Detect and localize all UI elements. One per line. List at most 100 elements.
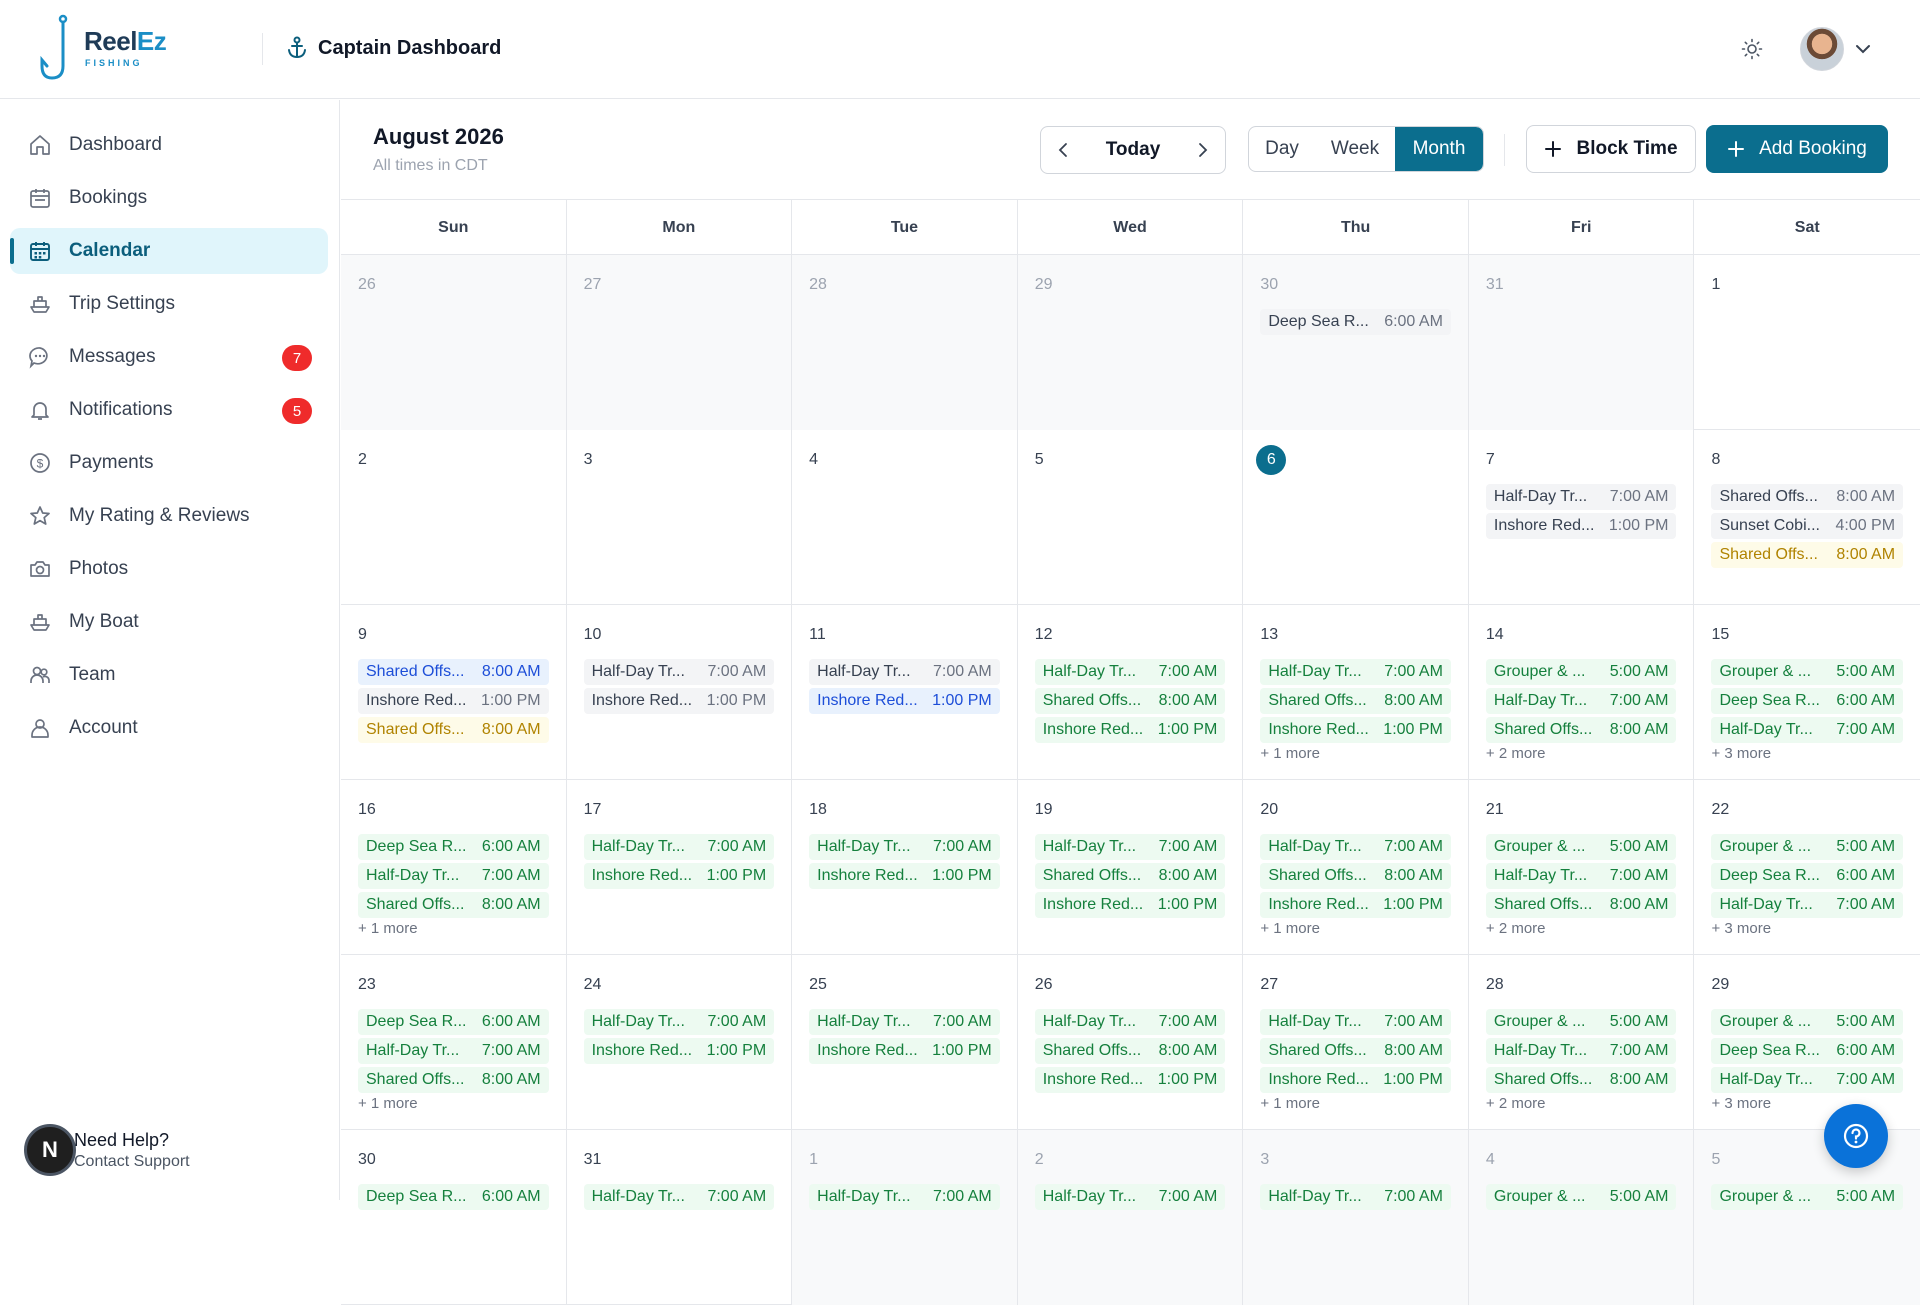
booking-event[interactable]: Half-Day Tr... 7:00 AM [358, 863, 549, 889]
booking-event[interactable]: Half-Day Tr... 7:00 AM [1034, 1184, 1226, 1210]
day-cell[interactable]: 12 Half-Day Tr... 7:00 AM Shared Offs... 8:0… [1018, 605, 1244, 780]
booking-event[interactable]: Half-Day Tr... 7:00 AM [1260, 1009, 1451, 1035]
booking-event[interactable]: Shared Offs... 8:00 AM [1485, 717, 1677, 743]
booking-event[interactable]: Shared Offs... 8:00 AM [1485, 892, 1677, 918]
booking-event[interactable]: Half-Day Tr... 7:00 AM [809, 1184, 1000, 1210]
booking-event[interactable]: Half-Day Tr... 7:00 AM [1034, 834, 1226, 860]
day-cell[interactable]: 10 Half-Day Tr... 7:00 AM Inshore Red... 1:0… [567, 605, 793, 780]
booking-event[interactable]: Shared Offs... 8:00 AM [1485, 1067, 1677, 1093]
booking-event[interactable]: Shared Offs... 8:00 AM [1711, 484, 1904, 510]
day-cell[interactable]: 7 Half-Day Tr... 7:00 AM Inshore Red... 1:00… [1469, 430, 1695, 605]
day-cell[interactable]: 28 Grouper & ... 5:00 AM Half-Day Tr... 7:00… [1469, 955, 1695, 1130]
booking-event[interactable]: Inshore Red... 1:00 PM [809, 1038, 1000, 1064]
booking-event[interactable]: Shared Offs... 8:00 AM [358, 659, 549, 685]
day-cell[interactable]: 4 [792, 430, 1018, 605]
day-cell[interactable]: 15 Grouper & ... 5:00 AM Deep Sea R... 6:00 … [1694, 605, 1920, 780]
sidebar-item-reviews[interactable]: My Rating & Reviews [10, 493, 328, 539]
day-cell[interactable]: 27 [566, 255, 793, 430]
booking-event[interactable]: Shared Offs... 8:00 AM [1711, 542, 1904, 568]
booking-event[interactable]: Half-Day Tr... 7:00 AM [583, 834, 775, 860]
help-fab-button[interactable] [1824, 1104, 1888, 1168]
booking-event[interactable]: Half-Day Tr... 7:00 AM [583, 1009, 775, 1035]
booking-event[interactable]: Sunset Cobi... 4:00 PM [1711, 513, 1904, 539]
prev-month-button[interactable] [1041, 127, 1087, 173]
day-cell[interactable]: 5 Grouper & ... 5:00 AM [1694, 1130, 1920, 1305]
day-cell[interactable]: 4 Grouper & ... 5:00 AM [1468, 1130, 1695, 1305]
booking-event[interactable]: Inshore Red... 1:00 PM [1034, 892, 1226, 918]
booking-event[interactable]: Inshore Red... 1:00 PM [583, 863, 775, 889]
day-cell[interactable]: 5 [1018, 430, 1244, 605]
day-cell[interactable]: 9 Shared Offs... 8:00 AM Inshore Red... 1:00… [341, 605, 567, 780]
sidebar-item-photos[interactable]: Photos [10, 546, 328, 592]
booking-event[interactable]: Inshore Red... 1:00 PM [358, 688, 549, 714]
booking-event[interactable]: Shared Offs... 8:00 AM [1034, 1038, 1226, 1064]
booking-event[interactable]: Half-Day Tr... 7:00 AM [1260, 659, 1451, 685]
day-cell[interactable]: 28 [792, 255, 1018, 430]
day-cell[interactable]: 18 Half-Day Tr... 7:00 AM Inshore Red... 1:0… [792, 780, 1018, 955]
booking-event[interactable]: Half-Day Tr... 7:00 AM [1711, 892, 1904, 918]
booking-event[interactable]: Half-Day Tr... 7:00 AM [1034, 1009, 1226, 1035]
day-cell[interactable]: 1 Half-Day Tr... 7:00 AM [792, 1130, 1018, 1305]
sidebar-item-messages[interactable]: Messages 7 [10, 334, 328, 380]
day-cell[interactable]: 8 Shared Offs... 8:00 AM Sunset Cobi... 4:00… [1694, 430, 1920, 605]
theme-toggle-button[interactable] [1736, 33, 1768, 65]
booking-event[interactable]: Grouper & ... 5:00 AM [1485, 834, 1677, 860]
sidebar-item-payments[interactable]: $ Payments [10, 440, 328, 486]
booking-event[interactable]: Deep Sea R... 6:00 AM [1711, 863, 1904, 889]
booking-event[interactable]: Half-Day Tr... 7:00 AM [1034, 659, 1226, 685]
booking-event[interactable]: Inshore Red... 1:00 PM [1034, 717, 1226, 743]
day-cell[interactable]: 2 [341, 430, 567, 605]
day-cell[interactable]: 20 Half-Day Tr... 7:00 AM Shared Offs... 8:0… [1243, 780, 1469, 955]
day-cell[interactable]: 2 Half-Day Tr... 7:00 AM [1017, 1130, 1244, 1305]
day-cell[interactable]: 30 Deep Sea R... 6:00 AM [341, 1130, 567, 1305]
today-button[interactable]: Today [1087, 139, 1179, 161]
day-cell[interactable]: 22 Grouper & ... 5:00 AM Deep Sea R... 6:00 … [1694, 780, 1920, 955]
day-cell[interactable]: 25 Half-Day Tr... 7:00 AM Inshore Red... 1:0… [792, 955, 1018, 1130]
day-cell[interactable]: 6 [1243, 430, 1469, 605]
sidebar-item-notifications[interactable]: Notifications 5 [10, 387, 328, 433]
booking-event[interactable]: Half-Day Tr... 7:00 AM [1260, 834, 1451, 860]
booking-event[interactable]: Inshore Red... 1:00 PM [1034, 1067, 1226, 1093]
user-menu[interactable] [1800, 26, 1872, 72]
booking-event[interactable]: Grouper & ... 5:00 AM [1711, 659, 1904, 685]
booking-event[interactable]: Half-Day Tr... 7:00 AM [1485, 688, 1677, 714]
booking-event[interactable]: Deep Sea R... 6:00 AM [1260, 309, 1451, 335]
booking-event[interactable]: Half-Day Tr... 7:00 AM [1485, 484, 1677, 510]
booking-event[interactable]: Deep Sea R... 6:00 AM [1711, 1038, 1904, 1064]
booking-event[interactable]: Shared Offs... 8:00 AM [1260, 1038, 1451, 1064]
sidebar-item-team[interactable]: Team [10, 652, 328, 698]
sidebar-item-bookings[interactable]: Bookings [10, 175, 328, 221]
booking-event[interactable]: Shared Offs... 8:00 AM [1034, 688, 1226, 714]
day-cell[interactable]: 29 [1017, 255, 1244, 430]
booking-event[interactable]: Inshore Red... 1:00 PM [583, 688, 775, 714]
booking-event[interactable]: Half-Day Tr... 7:00 AM [809, 834, 1000, 860]
day-cell[interactable]: 1 [1694, 255, 1920, 430]
more-events-link[interactable]: + 2 more [1486, 1095, 1677, 1112]
next-month-button[interactable] [1179, 127, 1225, 173]
view-week-button[interactable]: Week [1315, 127, 1395, 171]
booking-event[interactable]: Shared Offs... 8:00 AM [1260, 688, 1451, 714]
booking-event[interactable]: Deep Sea R... 6:00 AM [1711, 688, 1904, 714]
view-day-button[interactable]: Day [1249, 127, 1315, 171]
add-booking-button[interactable]: Add Booking [1706, 125, 1888, 173]
view-month-button[interactable]: Month [1395, 127, 1483, 171]
sidebar-item-my-boat[interactable]: My Boat [10, 599, 328, 645]
booking-event[interactable]: Grouper & ... 5:00 AM [1711, 1184, 1904, 1210]
booking-event[interactable]: Half-Day Tr... 7:00 AM [358, 1038, 549, 1064]
contact-support-link[interactable]: Contact Support [74, 1153, 190, 1171]
more-events-link[interactable]: + 1 more [1260, 745, 1451, 762]
day-cell[interactable]: 30 Deep Sea R... 6:00 AM [1243, 255, 1469, 430]
booking-event[interactable]: Deep Sea R... 6:00 AM [358, 1009, 549, 1035]
booking-event[interactable]: Inshore Red... 1:00 PM [809, 688, 1000, 714]
day-cell[interactable]: 27 Half-Day Tr... 7:00 AM Shared Offs... 8:0… [1243, 955, 1469, 1130]
more-events-link[interactable]: + 1 more [1260, 1095, 1451, 1112]
sidebar-item-dashboard[interactable]: Dashboard [10, 122, 328, 168]
day-cell[interactable]: 31 Half-Day Tr... 7:00 AM [567, 1130, 793, 1305]
booking-event[interactable]: Half-Day Tr... 7:00 AM [809, 1009, 1000, 1035]
booking-event[interactable]: Inshore Red... 1:00 PM [1260, 1067, 1451, 1093]
booking-event[interactable]: Deep Sea R... 6:00 AM [358, 834, 549, 860]
booking-event[interactable]: Shared Offs... 8:00 AM [358, 892, 549, 918]
booking-event[interactable]: Shared Offs... 8:00 AM [358, 1067, 549, 1093]
booking-event[interactable]: Inshore Red... 1:00 PM [809, 863, 1000, 889]
day-cell[interactable]: 16 Deep Sea R... 6:00 AM Half-Day Tr... 7:00… [341, 780, 567, 955]
